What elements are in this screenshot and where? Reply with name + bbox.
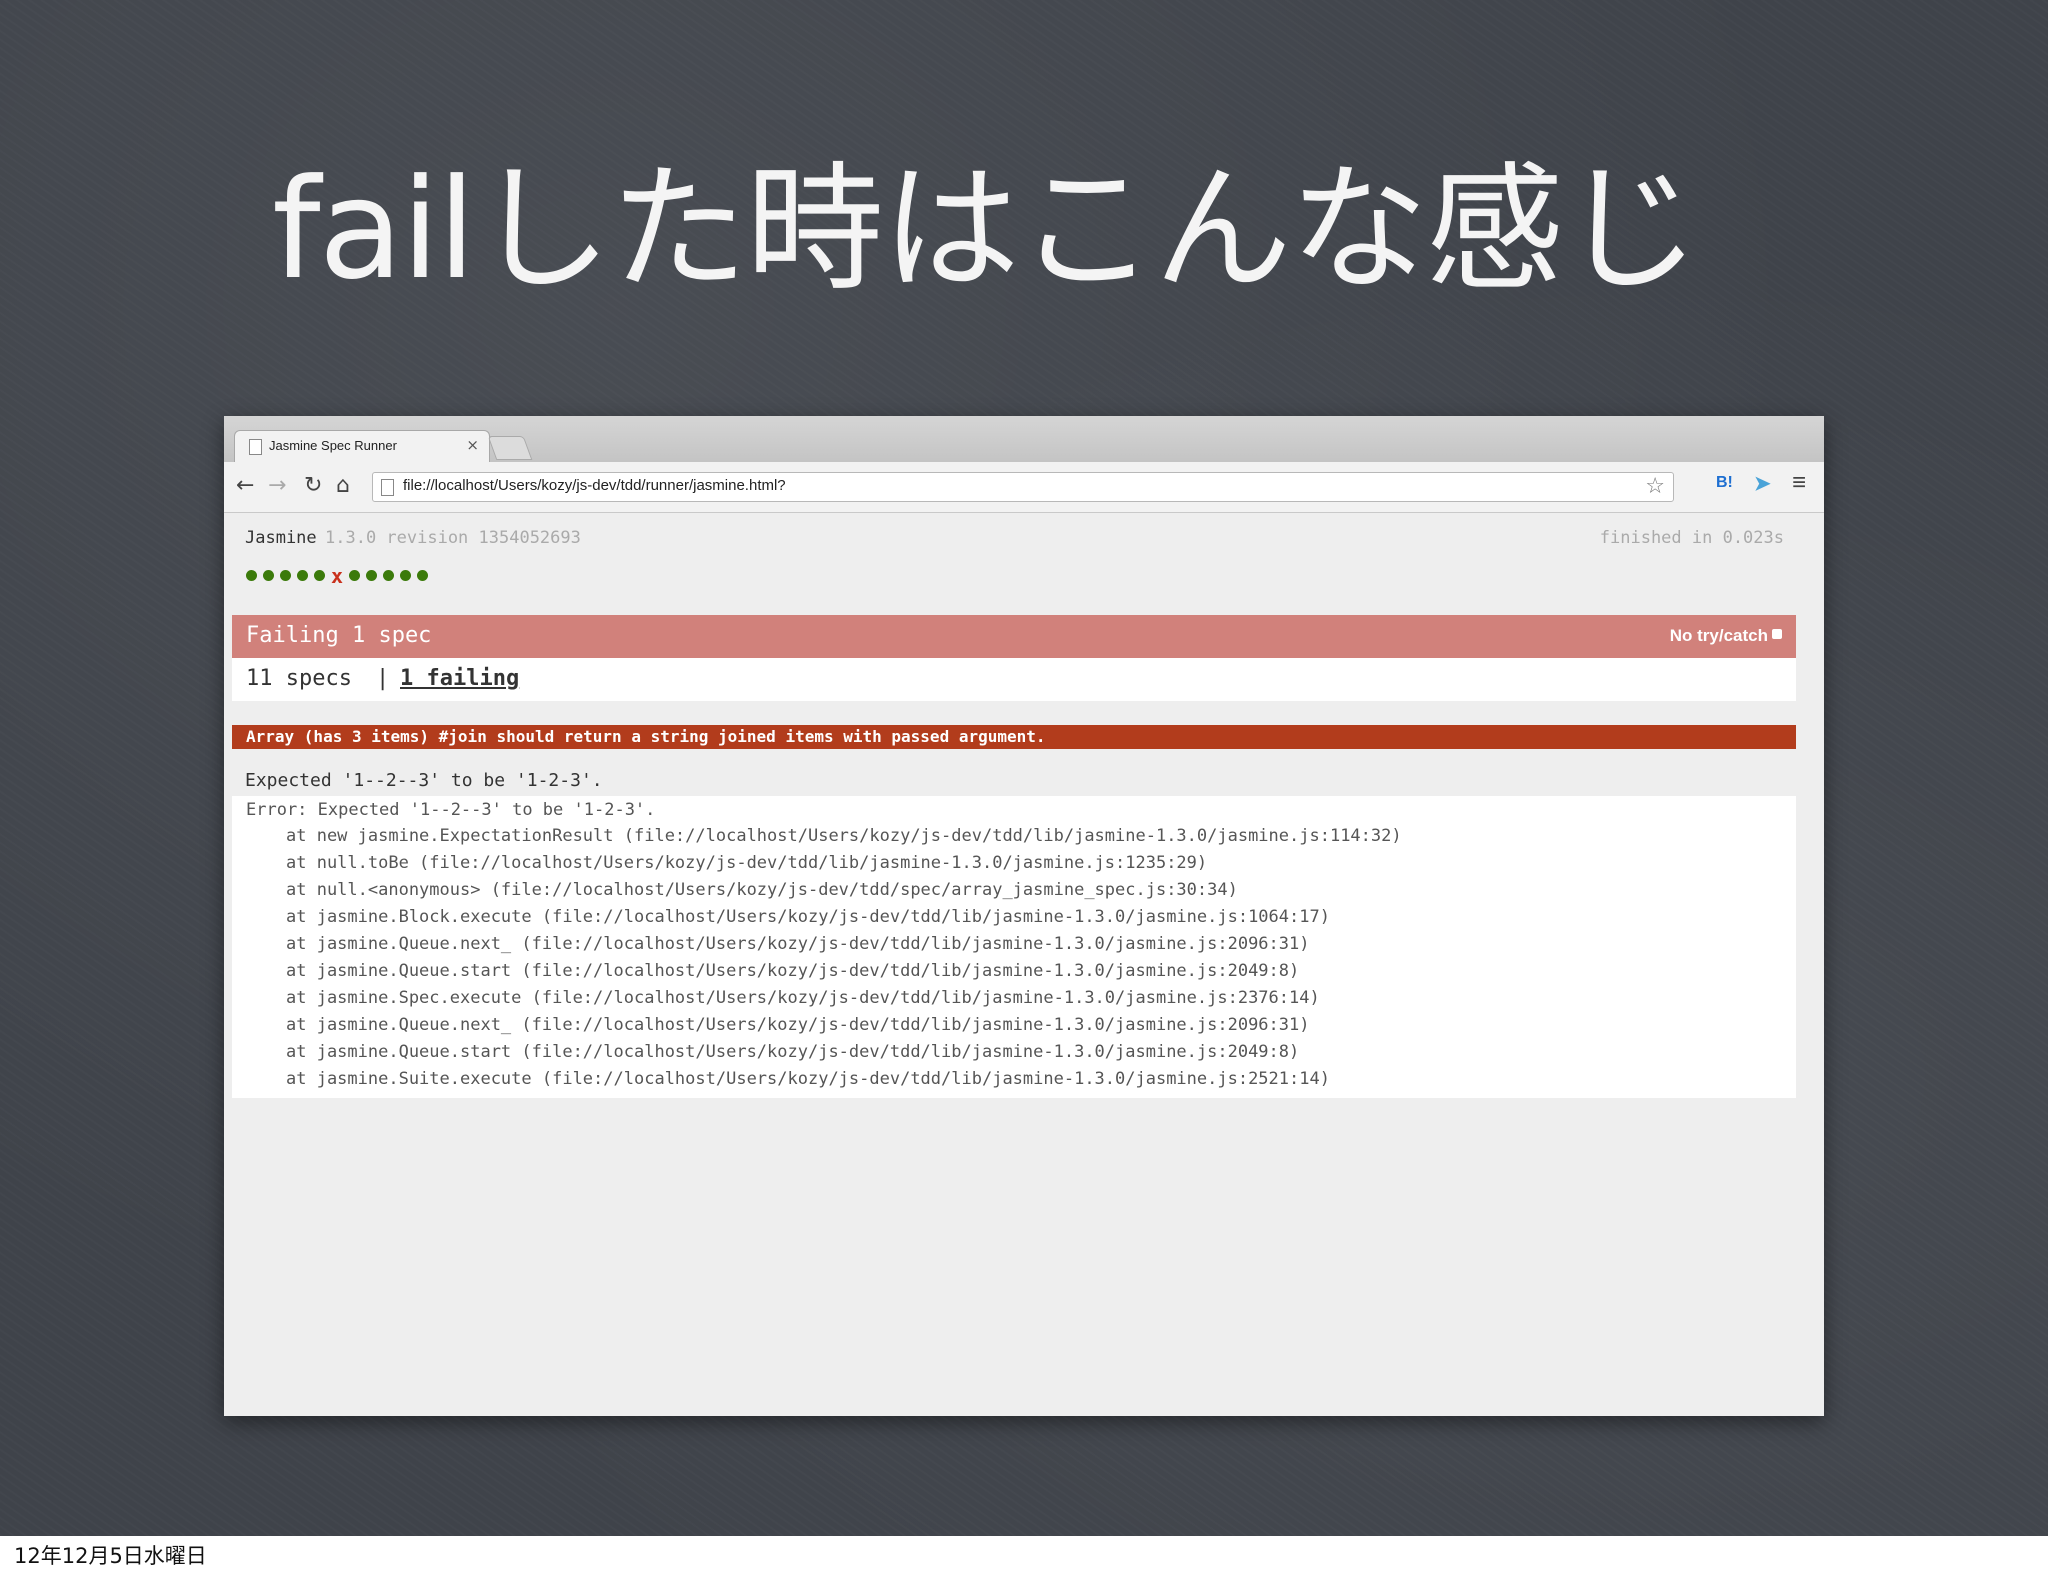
passed-spec-icon [280, 570, 291, 581]
stack-line: at jasmine.Queue.next_ (file://localhost… [286, 1015, 1310, 1035]
page-icon [249, 439, 262, 455]
hatena-bookmark-icon[interactable]: B! [1716, 474, 1733, 492]
specs-count: 11 specs [246, 666, 352, 691]
stack-line: at null.<anonymous> (file://localhost/Us… [286, 880, 1238, 900]
address-bar[interactable]: file://localhost/Users/kozy/js-dev/tdd/r… [372, 472, 1674, 502]
failing-count-text: Failing 1 spec [246, 623, 432, 648]
jasmine-title: Jasmine [245, 528, 317, 548]
no-try-catch-checkbox[interactable] [1772, 629, 1782, 639]
failing-link[interactable]: 1 failing [400, 666, 519, 691]
stack-trace: Error: Expected '1--2--3' to be '1-2-3'.… [232, 796, 1796, 1098]
jasmine-version: 1.3.0 revision 1354052693 [325, 528, 581, 548]
spec-symbol-summary: x [246, 565, 434, 589]
slide-title: failした時はこんな感じ [272, 149, 1700, 310]
forward-icon[interactable]: → [268, 472, 286, 500]
url-text: file://localhost/Users/kozy/js-dev/tdd/r… [403, 477, 786, 494]
error-message: Error: Expected '1--2--3' to be '1-2-3'. [246, 800, 656, 820]
tab-title: Jasmine Spec Runner [269, 438, 397, 453]
stack-line: at new jasmine.ExpectationResult (file:/… [286, 826, 1402, 846]
passed-spec-icon [263, 570, 274, 581]
page-content: Jasmine 1.3.0 revision 1354052693 finish… [224, 513, 1824, 1416]
menu-icon[interactable]: ≡ [1792, 469, 1806, 497]
back-icon[interactable]: ← [236, 472, 254, 500]
passed-spec-icon [366, 570, 378, 581]
failing-alert-bar: Failing 1 spec No try/catch [232, 615, 1796, 658]
stack-line: at jasmine.Queue.start (file://localhost… [286, 1042, 1300, 1062]
expectation-message: Expected '1--2--3' to be '1-2-3'. [245, 770, 603, 791]
browser-toolbar: ← → ↻ ⌂ file://localhost/Users/kozy/js-d… [224, 462, 1824, 513]
summary-bar: 11 specs | 1 failing [232, 658, 1796, 701]
tab-jasmine-spec-runner[interactable]: Jasmine Spec Runner × [234, 430, 490, 463]
passed-spec-icon [314, 570, 325, 581]
stack-line: at null.toBe (file://localhost/Users/koz… [286, 853, 1208, 873]
reload-icon[interactable]: ↻ [304, 472, 322, 500]
bookmark-star-icon[interactable]: ☆ [1645, 474, 1665, 499]
failed-spec-icon: x [331, 563, 344, 588]
stack-line: at jasmine.Spec.execute (file://localhos… [286, 988, 1320, 1008]
slide-background: failした時はこんな感じ Jasmine Spec Runner × ← → … [0, 0, 2048, 1536]
stack-line: at jasmine.Queue.next_ (file://localhost… [286, 934, 1310, 954]
twitter-bird-icon[interactable]: ➤ [1754, 471, 1771, 496]
passed-spec-icon [349, 570, 361, 581]
new-tab-button[interactable] [487, 436, 533, 460]
browser-window: Jasmine Spec Runner × ← → ↻ ⌂ file://loc… [224, 416, 1824, 1416]
no-try-catch-label[interactable]: No try/catch [1670, 626, 1768, 646]
home-icon[interactable]: ⌂ [336, 472, 350, 500]
slide-footer-date: 12年12月5日水曜日 [14, 1544, 207, 1568]
stack-line: at jasmine.Suite.execute (file://localho… [286, 1069, 1330, 1089]
failed-spec-description: Array (has 3 items) #join should return … [232, 725, 1796, 749]
passed-spec-icon [400, 570, 412, 581]
stack-line: at jasmine.Queue.start (file://localhost… [286, 961, 1300, 981]
stack-line: at jasmine.Block.execute (file://localho… [286, 907, 1330, 927]
summary-separator: | [376, 666, 390, 691]
tab-bar: Jasmine Spec Runner × [224, 416, 1824, 463]
page-icon [381, 479, 394, 496]
passed-spec-icon [417, 570, 429, 581]
spec-description-text[interactable]: Array (has 3 items) #join should return … [246, 727, 1046, 746]
duration-text: finished in 0.023s [1599, 528, 1784, 548]
passed-spec-icon [297, 570, 308, 581]
passed-spec-icon [383, 570, 395, 581]
passed-spec-icon [246, 570, 257, 581]
close-tab-icon[interactable]: × [466, 436, 479, 454]
